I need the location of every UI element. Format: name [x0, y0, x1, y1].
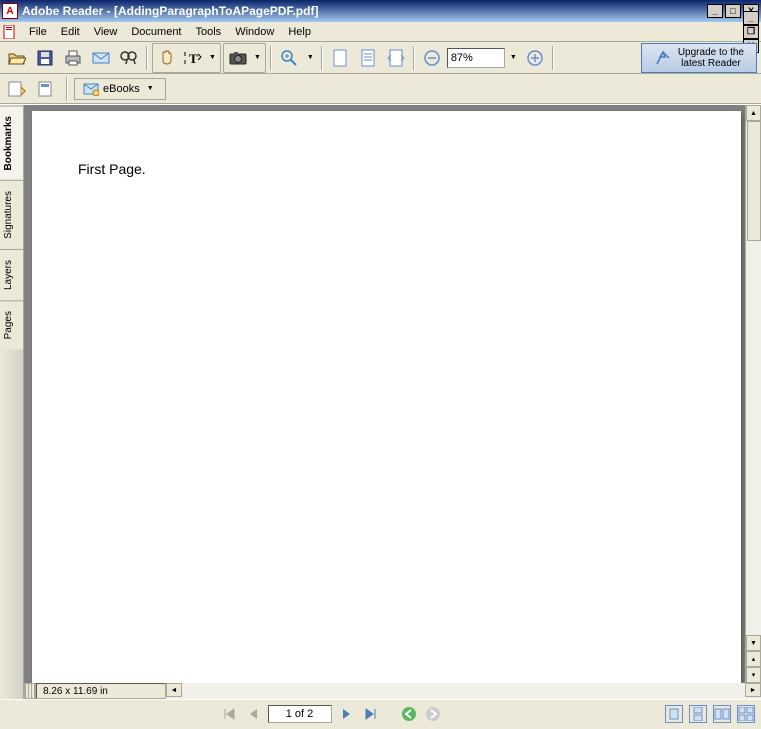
- scroll-thumb[interactable]: [747, 121, 761, 241]
- menu-document[interactable]: Document: [124, 24, 188, 40]
- page-fit-button[interactable]: [355, 45, 381, 71]
- hand-tool-button[interactable]: [154, 45, 180, 71]
- horizontal-scrollbar[interactable]: ◄ ►: [166, 683, 761, 699]
- doc-minimize-button[interactable]: _: [743, 11, 759, 25]
- main-area: Bookmarks Signatures Layers Pages First …: [0, 104, 761, 699]
- select-dropdown-icon[interactable]: ▼: [206, 54, 219, 61]
- zoom-out-button[interactable]: [419, 45, 445, 71]
- menu-tools[interactable]: Tools: [189, 24, 229, 40]
- secondary-toolbar: eBooks ▼: [0, 74, 761, 104]
- window-title: Adobe Reader - [AddingParagraphToAPagePD…: [22, 4, 707, 18]
- page-dimensions: 8.26 x 11.69 in: [36, 683, 166, 699]
- page-content: First Page.: [78, 161, 695, 177]
- page-up-button[interactable]: ▴: [746, 651, 761, 667]
- document-area: First Page. ▲ ▼ ▴ ▾ 8.26 x 11.69 in ◄ ►: [24, 105, 761, 699]
- zoom-input[interactable]: [447, 48, 505, 68]
- resize-handle[interactable]: [24, 683, 36, 699]
- page-down-button[interactable]: ▾: [746, 667, 761, 683]
- tab-signatures[interactable]: Signatures: [0, 180, 23, 249]
- page-number-input[interactable]: [268, 705, 332, 723]
- sidebar-tabstrip: Bookmarks Signatures Layers Pages: [0, 105, 24, 699]
- review-button[interactable]: [4, 76, 30, 102]
- zoom-plus-button[interactable]: [522, 45, 548, 71]
- scroll-right-button[interactable]: ►: [745, 683, 761, 697]
- scroll-up-button[interactable]: ▲: [746, 105, 761, 121]
- doc-restore-button[interactable]: ❐: [743, 25, 759, 39]
- select-text-button[interactable]: T: [180, 45, 206, 71]
- upgrade-text-2: latest Reader: [678, 58, 744, 69]
- page-blank-button[interactable]: [327, 45, 353, 71]
- continuous-facing-view-button[interactable]: [737, 705, 755, 723]
- page-width-button[interactable]: [383, 45, 409, 71]
- main-toolbar: T ▼ ▼ ▼ ▼ Upgrade to the latest Reader: [0, 42, 761, 74]
- title-bar: A Adobe Reader - [AddingParagraphToAPage…: [0, 0, 761, 22]
- ebooks-button[interactable]: eBooks ▼: [74, 78, 166, 100]
- vertical-scrollbar[interactable]: ▲ ▼ ▴ ▾: [745, 105, 761, 683]
- zoom-dropdown-icon[interactable]: ▼: [304, 54, 317, 61]
- upgrade-button[interactable]: Upgrade to the latest Reader: [641, 43, 757, 73]
- menu-edit[interactable]: Edit: [54, 24, 87, 40]
- svg-text:T: T: [189, 51, 198, 66]
- first-page-button[interactable]: [218, 703, 240, 725]
- maximize-button[interactable]: □: [725, 4, 741, 18]
- scroll-left-button[interactable]: ◄: [166, 683, 182, 697]
- search-button[interactable]: [116, 45, 142, 71]
- print-button[interactable]: [60, 45, 86, 71]
- prev-page-button[interactable]: [242, 703, 264, 725]
- open-button[interactable]: [4, 45, 30, 71]
- back-button[interactable]: [398, 703, 420, 725]
- ebooks-dropdown-icon: ▼: [144, 85, 157, 92]
- ebooks-icon: [83, 82, 99, 96]
- scroll-down-button[interactable]: ▼: [746, 635, 761, 651]
- menu-help[interactable]: Help: [281, 24, 318, 40]
- menu-window[interactable]: Window: [228, 24, 281, 40]
- facing-view-button[interactable]: [713, 705, 731, 723]
- upgrade-icon: [654, 49, 672, 67]
- tab-layers[interactable]: Layers: [0, 249, 23, 300]
- zoom-in-button[interactable]: [276, 45, 302, 71]
- snapshot-button[interactable]: [225, 45, 251, 71]
- ebooks-label: eBooks: [103, 83, 140, 95]
- single-page-view-button[interactable]: [665, 705, 683, 723]
- last-page-button[interactable]: [360, 703, 382, 725]
- document-icon: [2, 24, 18, 40]
- document-page: First Page.: [32, 111, 741, 683]
- export-button[interactable]: [34, 76, 60, 102]
- status-bar: [0, 699, 761, 727]
- tab-pages[interactable]: Pages: [0, 300, 23, 349]
- continuous-view-button[interactable]: [689, 705, 707, 723]
- forward-button[interactable]: [422, 703, 444, 725]
- menu-file[interactable]: File: [22, 24, 54, 40]
- upgrade-text-1: Upgrade to the: [678, 47, 744, 58]
- minimize-button[interactable]: _: [707, 4, 723, 18]
- menu-bar: File Edit View Document Tools Window Hel…: [0, 22, 761, 42]
- next-page-button[interactable]: [336, 703, 358, 725]
- save-button[interactable]: [32, 45, 58, 71]
- snapshot-dropdown-icon[interactable]: ▼: [251, 54, 264, 61]
- tab-bookmarks[interactable]: Bookmarks: [0, 105, 23, 180]
- horizontal-scroll-row: 8.26 x 11.69 in ◄ ►: [24, 683, 761, 699]
- menu-view[interactable]: View: [87, 24, 125, 40]
- zoom-select-dropdown-icon[interactable]: ▼: [507, 54, 520, 61]
- email-button[interactable]: [88, 45, 114, 71]
- app-icon: A: [2, 3, 18, 19]
